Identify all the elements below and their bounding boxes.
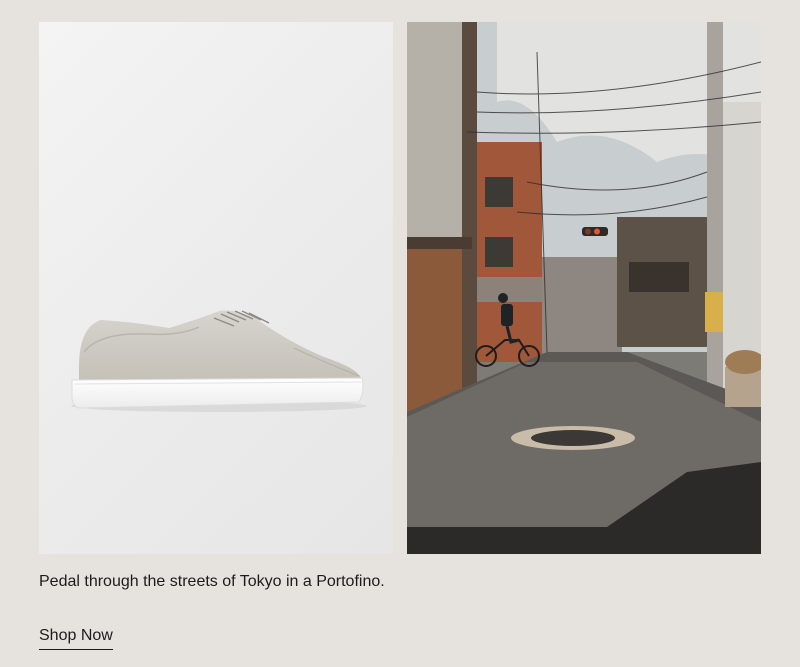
street-scene-illustration (407, 22, 761, 554)
lifestyle-image-tokyo-street (407, 22, 761, 554)
sneaker-illustration (71, 310, 367, 412)
shop-now-link[interactable]: Shop Now (39, 626, 113, 650)
product-caption: Pedal through the streets of Tokyo in a … (39, 573, 385, 590)
product-image-sneaker (39, 22, 393, 554)
